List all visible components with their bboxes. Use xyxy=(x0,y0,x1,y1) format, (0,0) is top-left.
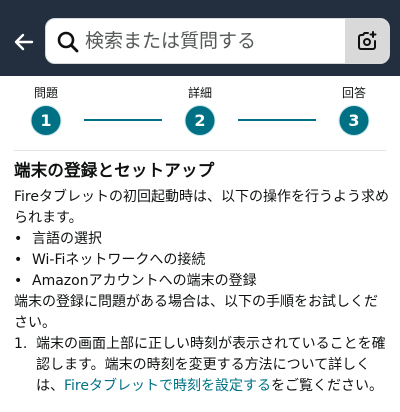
list-item: Wi-Fiネットワークへの接続 xyxy=(14,250,390,271)
trouble-intro-text: 端末の登録に問題がある場合は、以下の手順をお試しください。 xyxy=(14,294,378,331)
step-text-end: をご覧ください。 xyxy=(271,378,383,394)
step-label-1: 問題 xyxy=(33,86,59,100)
troubleshooting-steps: 1. 端末の画面上部に正しい時刻が表示されていることを確認します。端末の時刻を変… xyxy=(14,334,390,397)
help-article: 端末の登録とセットアップ Fireタブレットの初回起動時は、以下の操作を行うよう… xyxy=(14,160,390,397)
section-divider xyxy=(14,150,386,151)
step-circle-3[interactable]: 3 xyxy=(339,106,369,135)
step-number: 1. xyxy=(14,336,28,352)
step-connector-2 xyxy=(238,119,316,121)
set-time-link[interactable]: Fireタブレットで時刻を設定する xyxy=(64,378,271,394)
setup-list: 言語の選択 Wi-Fiネットワークへの接続 Amazonアカウントへの端末の登録 xyxy=(14,229,390,292)
arrow-left-icon xyxy=(14,33,34,51)
search-input[interactable] xyxy=(85,25,335,57)
camera-search-button[interactable] xyxy=(345,19,389,63)
step-item: 1. 端末の画面上部に正しい時刻が表示されていることを確認します。端末の時刻を変… xyxy=(14,334,390,397)
list-item: 言語の選択 xyxy=(14,229,390,250)
search-icon xyxy=(57,31,79,53)
camera-search-icon xyxy=(358,31,377,50)
top-app-bar xyxy=(0,0,400,76)
article-title: 端末の登録とセットアップ xyxy=(14,161,215,180)
step-circle-2[interactable]: 2 xyxy=(185,106,215,135)
search-box[interactable] xyxy=(45,18,390,64)
step-label-3: 回答 xyxy=(341,86,367,100)
list-item: Amazonアカウントへの端末の登録 xyxy=(14,271,390,292)
step-label-2: 詳細 xyxy=(187,86,213,100)
step-circle-1[interactable]: 1 xyxy=(31,106,61,135)
progress-stepper: 問題 詳細 回答 1 2 3 xyxy=(0,76,400,146)
intro-text: Fireタブレットの初回起動時は、以下の操作を行うよう求められます。 xyxy=(14,189,389,226)
back-button[interactable] xyxy=(8,26,40,58)
step-connector-1 xyxy=(84,119,162,121)
